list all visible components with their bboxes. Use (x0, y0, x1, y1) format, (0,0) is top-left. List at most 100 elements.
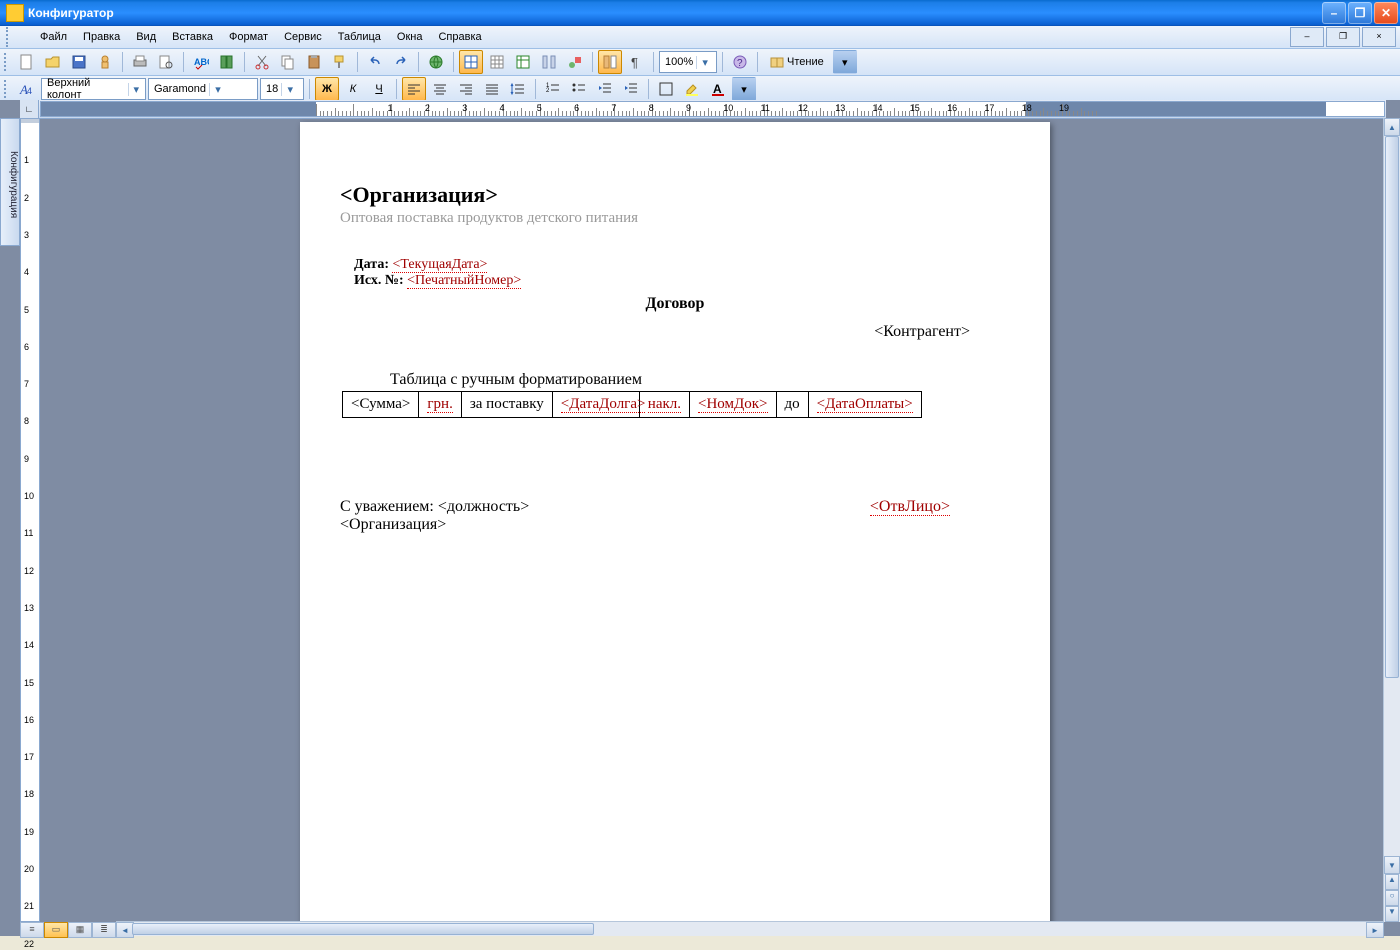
insert-spreadsheet-button[interactable] (511, 50, 535, 74)
bold-button[interactable]: Ж (315, 77, 339, 101)
ruler-corner[interactable]: ∟ (20, 100, 39, 118)
undo-button[interactable] (363, 50, 387, 74)
toolbar-overflow-button[interactable]: ▾ (833, 50, 857, 74)
insert-table-button[interactable] (485, 50, 509, 74)
bullet-list-button[interactable] (567, 77, 591, 101)
help-button[interactable]: ? (728, 50, 752, 74)
cut-button[interactable] (250, 50, 274, 74)
menu-format[interactable]: Формат (221, 29, 276, 45)
scroll-up-button[interactable]: ▲ (1384, 118, 1400, 136)
font-size-combo[interactable]: 18▾ (260, 78, 304, 100)
print-button[interactable] (128, 50, 152, 74)
document-viewport[interactable]: <Организация> Оптовая поставка продуктов… (40, 118, 1384, 922)
menu-help[interactable]: Справка (430, 29, 489, 45)
child-restore-button[interactable]: ❐ (1326, 27, 1360, 47)
redo-button[interactable] (389, 50, 413, 74)
highlight-button[interactable] (680, 77, 704, 101)
toolbar-grip[interactable] (4, 80, 10, 98)
counterparty: <Контрагент> (340, 323, 1010, 341)
align-right-button[interactable] (454, 77, 478, 101)
copy-button[interactable] (276, 50, 300, 74)
svg-text:4: 4 (27, 86, 32, 96)
underline-button[interactable]: Ч (367, 77, 391, 101)
svg-text:¶: ¶ (631, 55, 638, 70)
tables-borders-button[interactable] (459, 50, 483, 74)
print-preview-button[interactable] (154, 50, 178, 74)
toolbar-grip[interactable] (4, 53, 10, 71)
child-close-button[interactable]: × (1362, 27, 1396, 47)
format-toolbar: A4 Верхний колонт▾ Garamond▾ 18▾ Ж К Ч 1… (0, 76, 1400, 103)
menu-windows[interactable]: Окна (389, 29, 431, 45)
columns-button[interactable] (537, 50, 561, 74)
line-spacing-button[interactable] (506, 77, 530, 101)
save-button[interactable] (67, 50, 91, 74)
drawing-button[interactable] (563, 50, 587, 74)
read-mode-button[interactable]: Чтение (763, 50, 831, 74)
prev-page-button[interactable]: ▲ (1385, 874, 1399, 890)
toolbar-overflow-button[interactable]: ▾ (732, 77, 756, 101)
print-layout-button[interactable]: ▭ (44, 922, 68, 938)
style-combo[interactable]: Верхний колонт▾ (41, 78, 146, 100)
scroll-thumb-h[interactable] (132, 923, 594, 935)
window-close-button[interactable]: ✕ (1374, 2, 1398, 24)
decrease-indent-button[interactable] (593, 77, 617, 101)
research-button[interactable] (215, 50, 239, 74)
window-title: Конфигуратор (28, 6, 114, 20)
meta-date-line: Дата: <ТекущаяДата> (354, 257, 1010, 273)
horizontal-scrollbar[interactable]: ◄ ► (116, 921, 1384, 936)
numbered-list-button[interactable]: 12 (541, 77, 565, 101)
new-doc-button[interactable] (15, 50, 39, 74)
table-caption: Таблица с ручным форматированием (390, 371, 1010, 389)
chevron-down-icon: ▾ (128, 83, 142, 96)
menu-insert[interactable]: Вставка (164, 29, 221, 45)
web-layout-button[interactable]: ▦ (68, 922, 92, 938)
vertical-scrollbar[interactable]: ▲ ▼ ▲ ○ ▼ (1383, 118, 1400, 922)
font-color-button[interactable]: A (706, 77, 730, 101)
menu-view[interactable]: Вид (128, 29, 164, 45)
doc-map-button[interactable] (598, 50, 622, 74)
spellcheck-button[interactable]: ABC (189, 50, 213, 74)
align-center-button[interactable] (428, 77, 452, 101)
vertical-ruler[interactable]: 12345678910111213141516171819202122 (20, 118, 40, 922)
menu-file[interactable]: Файл (32, 29, 75, 45)
menu-edit[interactable]: Правка (75, 29, 128, 45)
svg-text:2: 2 (546, 88, 550, 94)
doc-title: Договор (340, 295, 1010, 313)
hyperlink-button[interactable] (424, 50, 448, 74)
styles-pane-button[interactable]: A4 (15, 77, 39, 101)
show-formatting-button[interactable]: ¶ (624, 50, 648, 74)
scroll-down-button[interactable]: ▼ (1384, 856, 1400, 874)
zoom-combo[interactable]: 100%▾ (659, 51, 717, 73)
cell-invoice: накл. (639, 392, 689, 418)
toolbar-grip[interactable] (6, 27, 28, 47)
format-painter-button[interactable] (328, 50, 352, 74)
italic-button[interactable]: К (341, 77, 365, 101)
horizontal-ruler[interactable]: 12345678910111213141516171819 (40, 101, 1385, 117)
select-browse-button[interactable]: ○ (1385, 890, 1399, 906)
permissions-button[interactable] (93, 50, 117, 74)
horizontal-ruler-bar: ∟ 12345678910111213141516171819 (20, 100, 1386, 119)
chevron-down-icon: ▾ (209, 83, 224, 96)
font-combo[interactable]: Garamond▾ (148, 78, 258, 100)
next-page-button[interactable]: ▼ (1385, 906, 1399, 922)
cell-currency: грн. (419, 392, 461, 418)
sidebar-tab-config[interactable]: Конфигурация (0, 118, 20, 246)
window-minimize-button[interactable]: – (1322, 2, 1346, 24)
outline-view-button[interactable]: ≣ (92, 922, 116, 938)
open-button[interactable] (41, 50, 65, 74)
svg-text:?: ? (737, 58, 743, 69)
align-left-button[interactable] (402, 77, 426, 101)
child-minimize-button[interactable]: – (1290, 27, 1324, 47)
scroll-thumb[interactable] (1385, 136, 1399, 678)
menu-service[interactable]: Сервис (276, 29, 330, 45)
meta-number-line: Исх. №: <ПечатныйНомер> (354, 273, 1010, 289)
cell-for-delivery: за поставку (461, 392, 552, 418)
menu-table[interactable]: Таблица (330, 29, 389, 45)
increase-indent-button[interactable] (619, 77, 643, 101)
normal-view-button[interactable]: ≡ (20, 922, 44, 938)
borders-button[interactable] (654, 77, 678, 101)
scroll-right-button[interactable]: ► (1366, 922, 1384, 938)
align-justify-button[interactable] (480, 77, 504, 101)
paste-button[interactable] (302, 50, 326, 74)
window-maximize-button[interactable]: ❐ (1348, 2, 1372, 24)
